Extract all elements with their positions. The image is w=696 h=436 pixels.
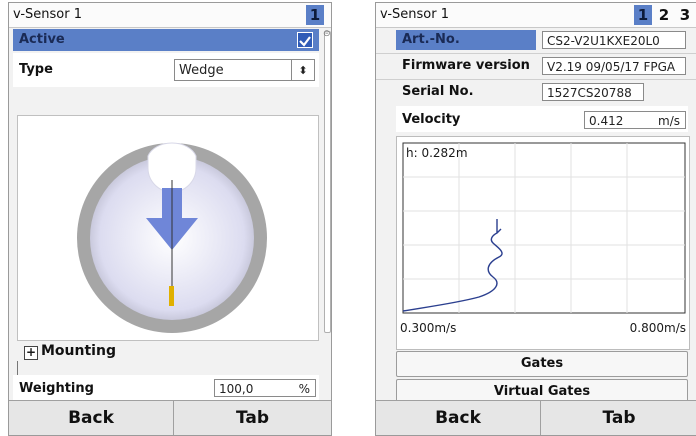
velocity-profile-plot: h: 0.282m 0.300m/s 0.800m/s — [396, 136, 690, 350]
scrollbar[interactable] — [324, 31, 331, 333]
divider — [376, 53, 696, 54]
type-select[interactable]: Wedge ⬍ — [174, 59, 315, 81]
sensor-info-screen: v-Sensor 1 1 2 3 Art.-No. CS2-V2U1KXE20L… — [375, 2, 696, 436]
active-checkbox[interactable] — [297, 32, 313, 48]
back-button[interactable]: Back — [9, 401, 174, 435]
scroll-up-icon[interactable]: ⊝ — [323, 29, 331, 39]
serial-label: Serial No. — [402, 84, 474, 99]
firmware-field: V2.19 09/05/17 FPGA — [542, 57, 686, 75]
softkey-bar: Back Tab — [9, 400, 331, 435]
tab-button[interactable]: Tab — [541, 401, 696, 435]
velocity-label: Velocity — [402, 112, 461, 127]
velocity-value: 0.412 — [589, 114, 624, 128]
updown-arrows-icon: ⬍ — [291, 60, 314, 80]
weighting-value: 100,0 — [219, 382, 254, 396]
sensor-diagram — [17, 115, 319, 341]
type-label: Type — [19, 62, 53, 77]
page-indicator-1[interactable]: 1 — [634, 5, 652, 25]
page-indicator-1[interactable]: 1 — [306, 5, 324, 25]
velocity-unit: m/s — [658, 114, 680, 128]
active-label: Active — [19, 32, 65, 47]
plot-x-min-label: 0.300m/s — [400, 321, 457, 335]
serial-field: 1527CS20788 — [542, 83, 644, 101]
active-row[interactable]: Active — [13, 29, 319, 51]
screen-title: v-Sensor 1 — [380, 7, 449, 22]
velocity-field: 0.412 m/s — [584, 111, 686, 129]
expand-plus-icon[interactable]: + — [24, 346, 38, 360]
type-select-value: Wedge — [179, 63, 224, 78]
title-bar: v-Sensor 1 1 — [9, 3, 331, 28]
softkey-bar: Back Tab — [376, 400, 696, 435]
weighting-unit: % — [298, 382, 310, 396]
sensor-settings-screen: v-Sensor 1 1 Active ⊝ Type Wedge ⬍ + Mou… — [8, 2, 332, 436]
art-no-field: CS2-V2U1KXE20L0 — [542, 31, 686, 49]
divider — [376, 79, 696, 80]
tab-button[interactable]: Tab — [174, 401, 331, 435]
mounting-group — [17, 361, 318, 375]
page-indicator-3[interactable]: 3 — [676, 5, 694, 25]
profile-line — [402, 219, 503, 312]
check-icon — [299, 36, 311, 47]
weighting-input[interactable]: 100,0 % — [214, 379, 316, 397]
plot-height-label: h: 0.282m — [406, 146, 468, 160]
title-bar: v-Sensor 1 1 2 3 — [376, 3, 696, 28]
page-indicator-2[interactable]: 2 — [655, 5, 673, 25]
mounting-label[interactable]: Mounting — [41, 343, 116, 359]
art-no-label: Art.-No. — [402, 32, 460, 47]
firmware-label: Firmware version — [402, 58, 530, 73]
profile-graph — [402, 142, 686, 314]
back-button[interactable]: Back — [376, 401, 541, 435]
weighting-label: Weighting — [19, 381, 94, 396]
art-no-row-highlight[interactable]: Art.-No. — [396, 30, 536, 50]
pipe-sensor-illustration — [77, 142, 267, 333]
screen-title: v-Sensor 1 — [13, 7, 82, 22]
plot-x-max-label: 0.800m/s — [629, 321, 686, 335]
gates-button[interactable]: Gates — [396, 351, 688, 377]
